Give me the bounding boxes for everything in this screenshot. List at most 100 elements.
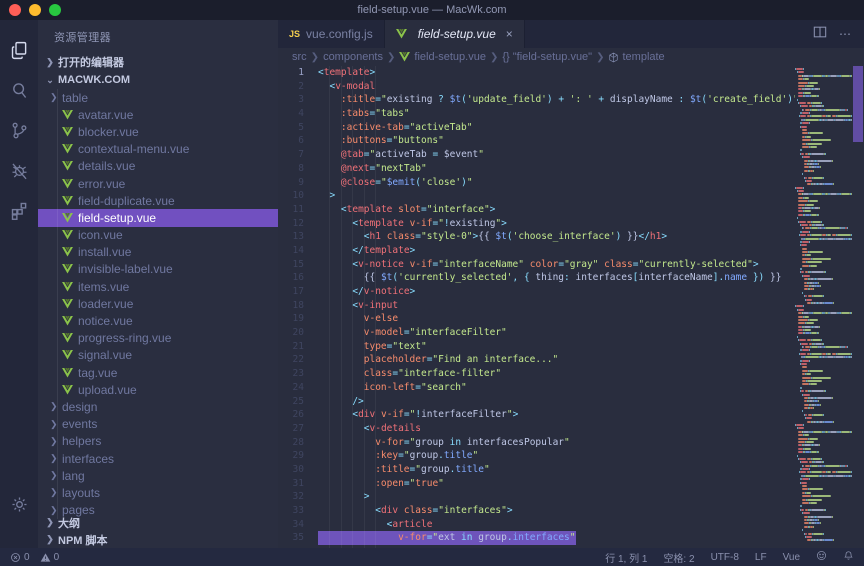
close-tab-icon[interactable]: ×: [506, 27, 513, 41]
tree-item-invisible-label-vue[interactable]: invisible-label.vue: [38, 261, 278, 278]
tree-item-signal-vue[interactable]: signal.vue: [38, 347, 278, 364]
code-line-4[interactable]: 4 :tabs="tabs": [278, 107, 795, 121]
code-line-27[interactable]: 27 <v-details: [278, 422, 795, 436]
tree-item-icon-vue[interactable]: icon.vue: [38, 227, 278, 244]
code-line-25[interactable]: 25 />: [278, 395, 795, 409]
root-folder-section[interactable]: ⌄ MACWK.COM: [38, 71, 278, 89]
search-icon[interactable]: [0, 70, 38, 110]
tree-item-helpers[interactable]: ❯helpers: [38, 433, 278, 450]
status-segment-utf-8[interactable]: UTF-8: [711, 552, 739, 563]
code-line-22[interactable]: 22 placeholder="Find an interface...": [278, 353, 795, 367]
tree-item-field-duplicate-vue[interactable]: field-duplicate.vue: [38, 192, 278, 209]
explorer-icon[interactable]: [0, 30, 38, 70]
tab-field-setup-vue[interactable]: field-setup.vue×: [385, 20, 525, 48]
minimap-line: [795, 312, 852, 314]
feedback-smiley-icon[interactable]: [816, 550, 827, 564]
tree-item-avatar-vue[interactable]: avatar.vue: [38, 106, 278, 123]
code-line-21[interactable]: 21 type="text": [278, 340, 795, 354]
tree-item-details-vue[interactable]: details.vue: [38, 158, 278, 175]
tree-item-blocker-vue[interactable]: blocker.vue: [38, 123, 278, 140]
tree-item-tag-vue[interactable]: tag.vue: [38, 364, 278, 381]
tree-item-notice-vue[interactable]: notice.vue: [38, 312, 278, 329]
code-line-6[interactable]: 6 :buttons="buttons": [278, 134, 795, 148]
more-actions-icon[interactable]: ⋯: [839, 27, 852, 41]
code-line-31[interactable]: 31 :open="true": [278, 477, 795, 491]
tree-item-interfaces[interactable]: ❯interfaces: [38, 450, 278, 467]
code-line-7[interactable]: 7 @tab="activeTab = $event": [278, 148, 795, 162]
minimap[interactable]: [795, 66, 852, 548]
minimap-line: [795, 309, 852, 311]
outline-section[interactable]: ❯ 大纲: [38, 514, 278, 531]
open-editors-section[interactable]: ❯ 打开的编辑器: [38, 53, 278, 71]
status-segment--1-1[interactable]: 行 1, 列 1: [605, 550, 647, 565]
code-line-23[interactable]: 23 class="interface-filter": [278, 367, 795, 381]
breadcrumb-item--field-setup-vue-[interactable]: {} "field-setup.vue": [502, 51, 592, 63]
code-line-20[interactable]: 20 v-model="interfaceFilter": [278, 326, 795, 340]
breadcrumb-item-components[interactable]: components: [323, 51, 383, 63]
minimap-line: [795, 339, 852, 341]
code-line-12[interactable]: 12 <template v-if="!existing">: [278, 217, 795, 231]
code-line-11[interactable]: 11 <template slot="interface">: [278, 203, 795, 217]
code-line-35[interactable]: 35 v-for="ext in group.interfaces": [278, 531, 795, 545]
code-line-14[interactable]: 14 </template>: [278, 244, 795, 258]
minimap-line: [795, 319, 852, 321]
minimap-line: [795, 441, 852, 443]
breadcrumb-item-field-setup-vue[interactable]: field-setup.vue: [399, 51, 486, 63]
code-line-29[interactable]: 29 :key="group.title": [278, 449, 795, 463]
code-line-24[interactable]: 24 icon-left="search": [278, 381, 795, 395]
code-line-1[interactable]: 1<template>: [278, 66, 795, 80]
minimap-line: [795, 522, 852, 524]
tree-item-events[interactable]: ❯events: [38, 416, 278, 433]
code-line-5[interactable]: 5 :active-tab="activeTab": [278, 121, 795, 135]
tree-item-install-vue[interactable]: install.vue: [38, 244, 278, 261]
manage-gear-icon[interactable]: [0, 484, 38, 524]
code-line-33[interactable]: 33 <div class="interfaces">: [278, 504, 795, 518]
code-line-9[interactable]: 9 @close="$emit('close')": [278, 176, 795, 190]
tab-vue-config-js[interactable]: JSvue.config.js: [278, 20, 385, 48]
code-line-28[interactable]: 28 v-for="group in interfacesPopular": [278, 436, 795, 450]
debug-icon[interactable]: [0, 150, 38, 190]
code-line-10[interactable]: 10 >: [278, 189, 795, 203]
tree-item-contextual-menu-vue[interactable]: contextual-menu.vue: [38, 141, 278, 158]
line-number: 29: [278, 449, 318, 463]
notifications-bell-icon[interactable]: [843, 550, 854, 564]
breadcrumb-item-src[interactable]: src: [292, 51, 307, 63]
status-segment-lf[interactable]: LF: [755, 552, 767, 563]
code-line-16[interactable]: 16 {{ $t('currently_selected', { thing: …: [278, 271, 795, 285]
code-line-30[interactable]: 30 :title="group.title": [278, 463, 795, 477]
tree-item-progress-ring-vue[interactable]: progress-ring.vue: [38, 330, 278, 347]
code-line-13[interactable]: 13 <h1 class="style-0">{{ $t('choose_int…: [278, 230, 795, 244]
tree-item-loader-vue[interactable]: loader.vue: [38, 295, 278, 312]
code-line-2[interactable]: 2 <v-modal: [278, 80, 795, 94]
code-line-32[interactable]: 32 >: [278, 490, 795, 504]
code-line-17[interactable]: 17 </v-notice>: [278, 285, 795, 299]
tree-item-items-vue[interactable]: items.vue: [38, 278, 278, 295]
code-editor[interactable]: 1<template>2 <v-modal3 :title="existing …: [278, 66, 795, 548]
source-control-icon[interactable]: [0, 110, 38, 150]
errors-status[interactable]: 0: [10, 552, 30, 563]
tree-item-layouts[interactable]: ❯layouts: [38, 484, 278, 501]
code-line-15[interactable]: 15 <v-notice v-if="interfaceName" color=…: [278, 258, 795, 272]
code-line-19[interactable]: 19 v-else: [278, 312, 795, 326]
status-segment-vue[interactable]: Vue: [783, 552, 800, 563]
tree-item-design[interactable]: ❯design: [38, 398, 278, 415]
tree-item-error-vue[interactable]: error.vue: [38, 175, 278, 192]
minimap-line: [795, 238, 852, 240]
code-line-3[interactable]: 3 :title="existing ? $t('update_field') …: [278, 93, 795, 107]
warnings-status[interactable]: 0: [40, 552, 60, 563]
tree-item-table[interactable]: ❯table: [38, 89, 278, 106]
npm-scripts-section[interactable]: ❯ NPM 脚本: [38, 531, 278, 548]
code-line-8[interactable]: 8 @next="nextTab": [278, 162, 795, 176]
tree-item-lang[interactable]: ❯lang: [38, 467, 278, 484]
scrollbar-thumb[interactable]: [853, 66, 863, 142]
extensions-icon[interactable]: [0, 190, 38, 230]
vertical-scrollbar[interactable]: [852, 66, 864, 548]
tree-item-field-setup-vue[interactable]: field-setup.vue: [38, 209, 278, 226]
code-line-18[interactable]: 18 <v-input: [278, 299, 795, 313]
status-segment--2[interactable]: 空格: 2: [663, 550, 694, 565]
split-editor-icon[interactable]: [813, 25, 827, 44]
code-line-34[interactable]: 34 <article: [278, 518, 795, 532]
breadcrumb-item-template[interactable]: template: [608, 51, 664, 63]
tree-item-upload-vue[interactable]: upload.vue: [38, 381, 278, 398]
code-line-26[interactable]: 26 <div v-if="!interfaceFilter">: [278, 408, 795, 422]
